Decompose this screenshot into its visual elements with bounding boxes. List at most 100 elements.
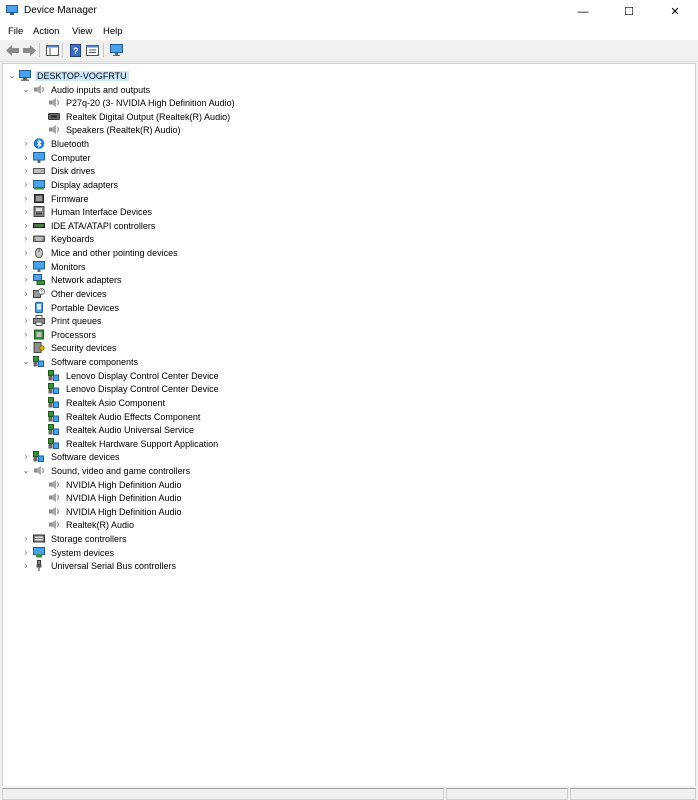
disk-drive-icon [33, 168, 45, 174]
tree-device[interactable]: Realtek Digital Output (Realtek(R) Audio… [36, 110, 232, 123]
tree-category[interactable]: › Display adapters [21, 178, 120, 191]
collapse-chevron-icon[interactable]: ⌄ [21, 83, 31, 96]
expand-chevron-icon[interactable]: › [21, 151, 31, 164]
tree-category[interactable]: › Security devices [21, 341, 119, 354]
show-hide-console-tree-button[interactable] [44, 42, 60, 58]
expand-chevron-icon[interactable]: › [21, 205, 31, 218]
tree-category[interactable]: › Storage controllers [21, 532, 129, 545]
menu-help[interactable]: Help [103, 26, 123, 37]
device-manager-icon [6, 5, 18, 15]
expand-chevron-icon[interactable]: › [21, 178, 31, 191]
tree-category[interactable]: › Processors [21, 328, 98, 341]
properties-icon [85, 44, 99, 56]
scan-hardware-button[interactable] [108, 42, 124, 58]
expand-chevron-icon[interactable]: › [21, 164, 31, 177]
expand-chevron-icon[interactable]: › [21, 450, 31, 463]
forward-button[interactable] [21, 42, 37, 58]
tree-item-label: Realtek Hardware Support Application [66, 438, 219, 449]
tree-device[interactable]: Realtek Hardware Support Application [36, 437, 220, 450]
speaker-icon [49, 520, 59, 529]
expand-chevron-icon[interactable]: › [21, 260, 31, 273]
tree-item-label: Print queues [51, 315, 102, 326]
tree-category[interactable]: › Software devices [21, 450, 122, 463]
tree-item-label: Realtek Audio Effects Component [66, 411, 201, 422]
tree-category[interactable]: › Human Interface Devices [21, 205, 154, 218]
tree-category[interactable]: › Universal Serial Bus controllers [21, 559, 178, 572]
tree-category[interactable]: › Monitors [21, 260, 88, 273]
expand-chevron-icon[interactable]: › [21, 219, 31, 232]
tree-category[interactable]: › Keyboards [21, 232, 96, 245]
expand-chevron-icon[interactable]: › [21, 532, 31, 545]
help-icon: ? [69, 43, 81, 57]
expand-chevron-icon[interactable]: › [21, 287, 31, 300]
tree-category[interactable]: ⌄ Sound, video and game controllers [21, 464, 192, 477]
computer-icon [19, 70, 31, 81]
expand-chevron-icon[interactable]: › [21, 273, 31, 286]
tree-category[interactable]: ⌄ Audio inputs and outputs [21, 83, 152, 96]
tree-category[interactable]: ›? Other devices [21, 287, 109, 300]
expand-chevron-icon[interactable]: › [21, 341, 31, 354]
expand-chevron-icon[interactable]: › [21, 246, 31, 259]
tree-device[interactable]: Lenovo Display Control Center Device [36, 382, 221, 395]
tree-item-label: Processors [51, 329, 97, 340]
expand-chevron-icon[interactable]: › [21, 314, 31, 327]
tree-device[interactable]: Realtek Asio Component [36, 396, 167, 409]
minimize-button[interactable]: — [560, 0, 606, 23]
svg-text:?: ? [40, 290, 43, 296]
tree-device[interactable]: Realtek(R) Audio [36, 518, 136, 531]
menu-view[interactable]: View [72, 26, 92, 37]
menu-action[interactable]: Action [33, 26, 59, 37]
collapse-chevron-icon[interactable]: ⌄ [21, 464, 31, 477]
expand-chevron-icon[interactable]: › [21, 328, 31, 341]
tree-root-computer[interactable]: ⌄ DESKTOP-VOGFRTU [7, 69, 129, 82]
collapse-chevron-icon[interactable]: ⌄ [7, 69, 17, 82]
tree-category[interactable]: › Disk drives [21, 164, 97, 177]
tree-category[interactable]: › Computer [21, 151, 93, 164]
tree-device[interactable]: Speakers (Realtek(R) Audio) [36, 123, 183, 136]
expand-chevron-icon[interactable]: › [21, 232, 31, 245]
expand-chevron-icon[interactable]: › [21, 137, 31, 150]
tree-category[interactable]: › Print queues [21, 314, 104, 327]
tree-category[interactable]: › IDE ATA/ATAPI controllers [21, 219, 157, 232]
tree-device[interactable]: Realtek Audio Effects Component [36, 410, 202, 423]
speaker-icon [49, 125, 59, 134]
expand-chevron-icon[interactable]: › [21, 546, 31, 559]
console-tree-icon [45, 44, 59, 56]
tree-item-label: Realtek(R) Audio [66, 519, 135, 530]
tree-item-label: Human Interface Devices [51, 206, 153, 217]
tree-category[interactable]: › Bluetooth [21, 137, 91, 150]
maximize-button[interactable]: ☐ [606, 0, 652, 23]
expand-chevron-icon[interactable]: › [21, 559, 31, 572]
tree-item-label: Monitors [51, 261, 86, 272]
tree-category[interactable]: › Mice and other pointing devices [21, 246, 180, 259]
speaker-icon [34, 466, 44, 475]
tree-category[interactable]: › Portable Devices [21, 301, 121, 314]
tree-category[interactable]: › Network adapters [21, 273, 124, 286]
collapse-chevron-icon[interactable]: ⌄ [21, 355, 31, 368]
help-button[interactable]: ? [67, 42, 83, 58]
tree-category[interactable]: › System devices [21, 546, 116, 559]
mouse-icon [35, 247, 43, 258]
tree-device[interactable]: NVIDIA High Definition Audio [36, 505, 184, 518]
tree-device[interactable]: NVIDIA High Definition Audio [36, 478, 184, 491]
device-tree[interactable]: ⌄ DESKTOP-VOGFRTU ⌄ Audio inputs and output… [2, 63, 696, 787]
monitor-icon [33, 261, 45, 272]
tree-category[interactable]: ⌄ Software components [21, 355, 140, 368]
close-button[interactable]: ✕ [652, 0, 698, 23]
expand-chevron-icon[interactable]: › [21, 192, 31, 205]
expand-chevron-icon[interactable]: › [21, 301, 31, 314]
tree-item-label: Display adapters [51, 179, 119, 190]
menu-file[interactable]: File [8, 26, 23, 37]
properties-button[interactable] [84, 42, 100, 58]
tree-category[interactable]: › Firmware [21, 192, 91, 205]
tree-device[interactable]: Lenovo Display Control Center Device [36, 369, 221, 382]
tree-device[interactable]: NVIDIA High Definition Audio [36, 491, 184, 504]
back-button[interactable] [4, 42, 20, 58]
tree-device[interactable]: P27q-20 (3- NVIDIA High Definition Audio… [36, 96, 237, 109]
tree-device[interactable]: Realtek Audio Universal Service [36, 423, 196, 436]
